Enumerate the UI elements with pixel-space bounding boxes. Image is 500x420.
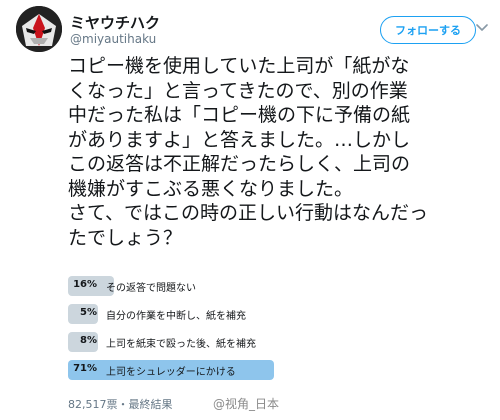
poll-footer: 82,517票・最終結果 <box>68 398 173 411</box>
avatar[interactable] <box>16 6 62 52</box>
tweet-text-line: たでしょう？ <box>68 226 183 249</box>
tweet-text-line: 機嫌がすこぶる悪くなりました。 <box>68 177 354 200</box>
watermark: @视角_日本 <box>213 397 280 411</box>
tweet-text-line: さて、ではこの時の正しい行動はなんだっ <box>68 202 429 224</box>
user-handle[interactable]: @miyautihaku <box>70 32 156 46</box>
poll-percent: 71% <box>73 363 97 374</box>
display-name[interactable]: ミヤウチハク <box>70 12 160 33</box>
poll-percent: 5% <box>80 307 97 318</box>
poll-percent: 16% <box>73 279 97 290</box>
tweet-text-line: がありますよ」と答えました。…しかし <box>68 128 411 151</box>
poll-option-label: その返答で問題ない <box>106 283 196 294</box>
poll-percent: 8% <box>80 335 97 346</box>
tweet-text-line: くなった」と言ってきたので、別の作業 <box>68 79 408 102</box>
tweet-text-line: この返答は不正解だったらしく、上司の <box>68 153 411 175</box>
poll-option-label: 上司を紙束で殴った後、紙を補充 <box>106 339 256 350</box>
tweet-text: コピー機を使用していた上司が「紙がな くなった」と言ってきたので、別の作業 中だ… <box>68 54 496 250</box>
masked-character-avatar-icon <box>16 6 62 52</box>
tweet-text-line: 中だった私は「コピー機の下に予備の紙 <box>68 104 411 126</box>
follow-button[interactable]: フォローする <box>380 16 476 44</box>
poll-option-label: 自分の作業を中断し、紙を補充 <box>106 311 246 322</box>
poll-option-label: 上司をシュレッダーにかける <box>106 367 236 378</box>
tweet-text-line: コピー機を使用していた上司が「紙がな <box>68 55 410 77</box>
chevron-down-icon[interactable] <box>474 20 490 36</box>
